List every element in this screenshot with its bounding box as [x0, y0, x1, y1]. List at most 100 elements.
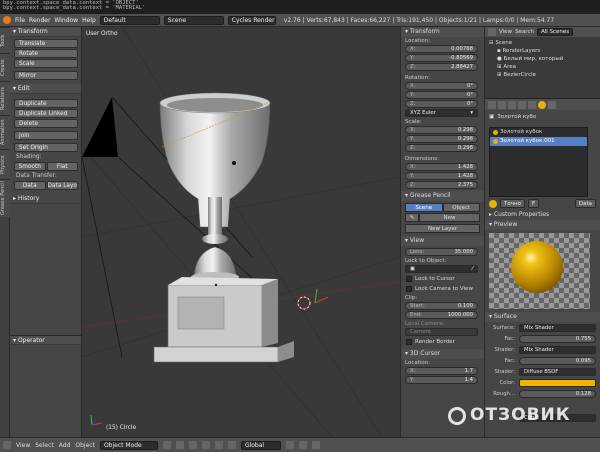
- fake-user-button[interactable]: F: [527, 199, 540, 208]
- surface-select[interactable]: Mix Shader: [519, 324, 596, 332]
- material-slot-list[interactable]: Золотой кубок Золотой кубок.001: [489, 127, 588, 197]
- tab-grease-pencil[interactable]: Grease Pencil: [0, 179, 10, 217]
- dimensions-x-field[interactable]: X: 1.428: [405, 163, 478, 171]
- scale-y-field[interactable]: Y: 0.298: [405, 135, 478, 143]
- panel-header-preview[interactable]: ▾ Preview: [485, 220, 600, 230]
- panel-header-custom-properties[interactable]: ▸ Custom Properties: [485, 210, 600, 220]
- outliner-row[interactable]: ▪ RenderLayers: [485, 47, 600, 55]
- fac1-field[interactable]: 0.755: [519, 335, 596, 343]
- shader2-select[interactable]: Diffuse BSDF: [519, 368, 596, 376]
- manipulator-icon[interactable]: [188, 441, 197, 449]
- render-border-checkbox[interactable]: Render Border: [401, 337, 484, 347]
- set-origin-button[interactable]: Set Origin: [14, 143, 78, 152]
- scale-x-field[interactable]: X: 0.298: [405, 126, 478, 134]
- cursor-x-field[interactable]: X: 1.7: [405, 367, 478, 375]
- scale-button[interactable]: Scale: [14, 59, 78, 68]
- panel-header-3d-cursor[interactable]: ▾ 3D Cursor: [401, 349, 484, 359]
- clip-end-field[interactable]: End: 1000.000: [405, 311, 478, 319]
- outliner-row[interactable]: ⊞ Area: [485, 63, 600, 71]
- local-camera-field[interactable]: Camera: [405, 328, 478, 336]
- eyedropper-icon[interactable]: ⁄: [472, 266, 473, 272]
- panel-header-view[interactable]: ▾ View: [401, 236, 484, 246]
- mode-select[interactable]: Object Mode: [99, 440, 158, 450]
- menu-window[interactable]: Window: [54, 17, 78, 24]
- translate-manipulator-icon[interactable]: [201, 441, 210, 449]
- blender-logo-icon[interactable]: [3, 16, 11, 24]
- outliner-search-menu[interactable]: Search: [515, 29, 534, 35]
- layer-button-icon[interactable]: [311, 441, 320, 449]
- rotation-x-field[interactable]: X: 0°: [405, 82, 478, 90]
- tab-animation[interactable]: Animation: [0, 115, 10, 149]
- cursor-y-field[interactable]: Y: 1.4: [405, 376, 478, 384]
- shader1-select[interactable]: Mix Shader: [519, 346, 596, 354]
- render-engine-selector[interactable]: Cycles Render: [227, 15, 276, 25]
- color-swatch[interactable]: [519, 379, 596, 387]
- object-tab-icon[interactable]: [518, 100, 526, 109]
- panel-header-surface[interactable]: ▾ Surface: [485, 312, 600, 322]
- new-grease-button[interactable]: New: [419, 213, 480, 222]
- flat-button[interactable]: Flat: [46, 162, 78, 171]
- menu-view[interactable]: View: [16, 442, 30, 449]
- lock-object-field[interactable]: ▣ ⁄: [405, 265, 478, 273]
- mirror-button[interactable]: Mirror: [14, 71, 78, 80]
- scale-manipulator-icon[interactable]: [227, 441, 236, 449]
- panel-header-history[interactable]: ▸ History: [10, 194, 81, 204]
- outliner-row[interactable]: ⊞ BezierCircle: [485, 71, 600, 79]
- join-button[interactable]: Join: [14, 131, 78, 140]
- rotation-z-field[interactable]: Z: 0°: [405, 100, 478, 108]
- lock-cursor-checkbox[interactable]: Lock to Cursor: [401, 274, 484, 284]
- panel-header-transform[interactable]: ▾ Transform: [10, 27, 81, 37]
- material-slot[interactable]: Золотой кубок.001: [490, 137, 587, 146]
- scale-z-field[interactable]: Z: 0.298: [405, 144, 478, 152]
- outliner-row[interactable]: ⊟ Scene: [485, 39, 600, 47]
- new-layer-button[interactable]: New Layer: [405, 224, 480, 233]
- tab-tools[interactable]: Tools: [0, 27, 10, 53]
- duplicate-linked-button[interactable]: Duplicate Linked: [14, 109, 78, 118]
- dimensions-z-field[interactable]: Z: 2.375: [405, 181, 478, 189]
- location-y-field[interactable]: Y: -0.80569: [405, 54, 478, 62]
- layer-button-icon[interactable]: [285, 441, 294, 449]
- menu-render[interactable]: Render: [29, 17, 50, 24]
- rotation-mode-select[interactable]: XYZ Euler ▾: [405, 109, 478, 117]
- layout-selector[interactable]: Default: [99, 15, 160, 25]
- panel-header-transform[interactable]: ▾ Transform: [401, 27, 484, 37]
- menu-select[interactable]: Select: [35, 442, 54, 449]
- panel-header-edit[interactable]: ▾ Edit: [10, 84, 81, 94]
- rotate-button[interactable]: Rotate: [14, 49, 78, 58]
- material-name-field[interactable]: Точно: [500, 199, 525, 208]
- orientation-select[interactable]: Global: [240, 440, 281, 450]
- link-select[interactable]: Data: [574, 199, 596, 208]
- location-x-field[interactable]: X: 0.00768: [405, 45, 478, 53]
- tab-relations[interactable]: Relations: [0, 81, 10, 115]
- location-z-field[interactable]: Z: 2.88427: [405, 63, 478, 71]
- 3d-viewport[interactable]: User Ortho (15) Circle: [82, 27, 400, 437]
- grease-scene-tab[interactable]: Scene: [405, 203, 443, 212]
- menu-add[interactable]: Add: [59, 442, 71, 449]
- menu-file[interactable]: File: [15, 17, 25, 24]
- panel-header-operator[interactable]: ▾ Operator: [10, 335, 81, 345]
- tab-create[interactable]: Create: [0, 53, 10, 81]
- menu-help[interactable]: Help: [82, 17, 96, 24]
- texture-tab-icon[interactable]: [548, 100, 556, 109]
- material-tab-icon[interactable]: [538, 100, 546, 109]
- outliner-view-menu[interactable]: View: [499, 29, 512, 35]
- roughness-field[interactable]: 0.128: [519, 390, 596, 398]
- pivot-point-icon[interactable]: [175, 441, 184, 449]
- editor-type-icon[interactable]: [488, 28, 496, 36]
- scene-tab-icon[interactable]: [498, 100, 506, 109]
- data-transfer-button[interactable]: Data: [14, 181, 46, 190]
- pencil-icon[interactable]: ✎: [405, 213, 419, 222]
- dimensions-y-field[interactable]: Y: 1.428: [405, 172, 478, 180]
- scene-selector[interactable]: Scene: [163, 15, 224, 25]
- editor-type-icon[interactable]: [3, 441, 11, 449]
- grease-object-tab[interactable]: Object: [442, 203, 480, 212]
- material-slot[interactable]: Золотой кубок: [490, 128, 587, 137]
- tab-physics[interactable]: Physics: [0, 149, 10, 179]
- rotation-y-field[interactable]: Y: 0°: [405, 91, 478, 99]
- fac2-field[interactable]: 0.095: [519, 357, 596, 365]
- outliner-display-select[interactable]: All Scenes: [536, 28, 574, 36]
- panel-header-grease-pencil[interactable]: ▾ Grease Pencil: [401, 191, 484, 201]
- smooth-button[interactable]: Smooth: [14, 162, 46, 171]
- rotate-manipulator-icon[interactable]: [214, 441, 223, 449]
- delete-button[interactable]: Delete: [14, 119, 78, 128]
